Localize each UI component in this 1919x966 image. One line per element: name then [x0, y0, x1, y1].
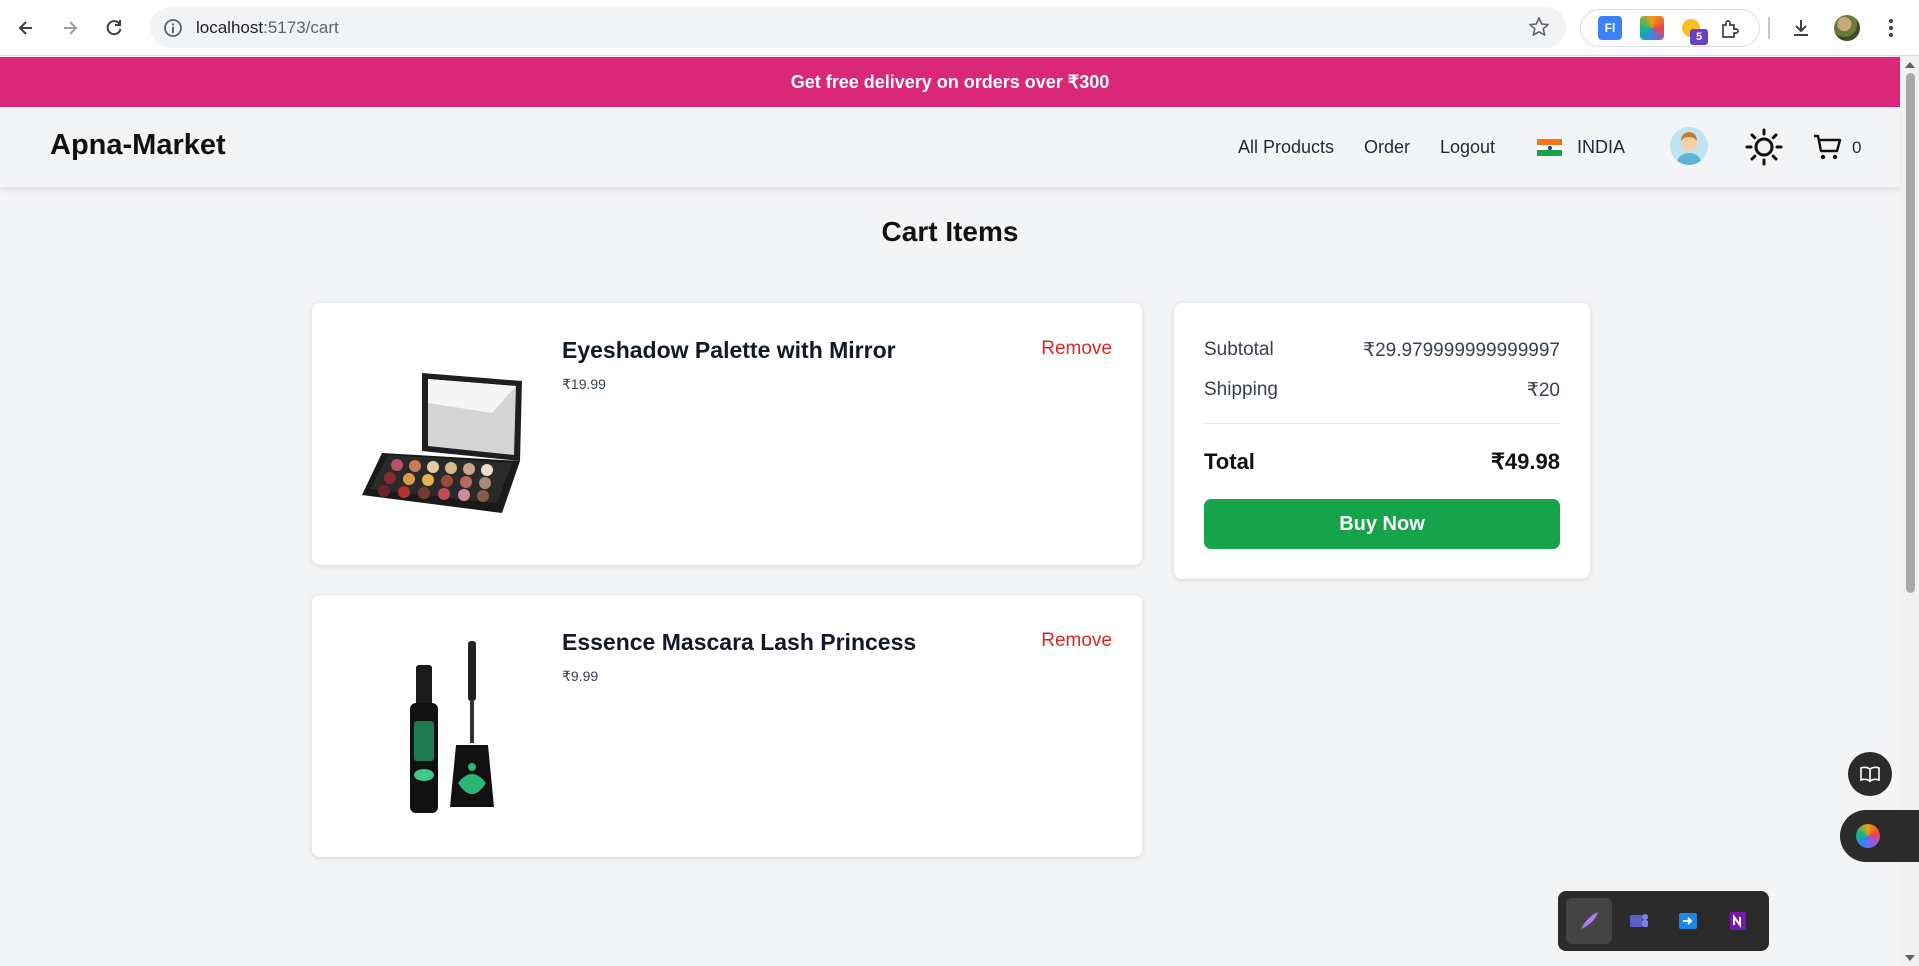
product-image-eyeshadow — [352, 343, 542, 533]
india-flag-icon — [1537, 139, 1562, 157]
shipping-value: ₹20 — [1526, 380, 1560, 401]
subtotal-label: Subtotal — [1204, 339, 1274, 360]
cart-item: Essence Mascara Lash Princess ₹9.99 Remo… — [312, 595, 1142, 857]
country-selector[interactable]: INDIA — [1577, 137, 1625, 158]
summary-divider — [1204, 423, 1560, 424]
shipping-label: Shipping — [1204, 379, 1278, 400]
app-tray — [1558, 891, 1769, 951]
order-summary: Subtotal ₹29.979999999999997 Shipping ₹2… — [1174, 303, 1590, 579]
forward-icon[interactable] — [52, 10, 88, 46]
extensions-group: Fl 5 — [1580, 9, 1760, 47]
download-icon[interactable] — [1782, 9, 1820, 47]
product-name: Eyeshadow Palette with Mirror — [562, 337, 896, 363]
total-label: Total — [1204, 449, 1255, 474]
product-image-mascara — [352, 635, 542, 825]
promo-text: Get free delivery on orders over ₹300 — [790, 71, 1110, 92]
total-row: Total ₹49.98 — [1204, 449, 1560, 475]
toolbar-separator — [1768, 17, 1770, 39]
nav-order[interactable]: Order — [1364, 137, 1410, 158]
sun-icon[interactable] — [1744, 127, 1784, 167]
cart-item: Eyeshadow Palette with Mirror ₹19.99 Rem… — [312, 303, 1142, 565]
site-header: Apna-Market All Products Order Logout IN… — [0, 107, 1900, 187]
promo-banner: Get free delivery on orders over ₹300 — [0, 57, 1900, 107]
cart-icon[interactable] — [1812, 132, 1844, 164]
user-avatar[interactable] — [1670, 127, 1708, 165]
browser-toolbar: localhost:5173/cart Fl 5 — [0, 0, 1919, 56]
back-icon[interactable] — [8, 10, 44, 46]
url-text[interactable]: localhost:5173/cart — [196, 18, 339, 38]
url-host: localhost — [196, 17, 264, 37]
shipping-row: Shipping ₹20 — [1204, 379, 1560, 402]
brand-logo[interactable]: Apna-Market — [50, 129, 226, 162]
subtotal-value: ₹29.979999999999997 — [1362, 340, 1560, 361]
total-value: ₹49.98 — [1490, 449, 1560, 474]
feather-app-icon[interactable] — [1565, 898, 1612, 944]
extensions-icon[interactable] — [1718, 16, 1742, 40]
page-title: Cart Items — [881, 216, 1019, 247]
star-icon[interactable] — [1528, 16, 1550, 43]
subtotal-row: Subtotal ₹29.979999999999997 — [1204, 339, 1560, 362]
teams-app-icon[interactable] — [1616, 898, 1662, 944]
extension-colorful-icon[interactable] — [1640, 16, 1664, 40]
assistant-logo-icon — [1856, 824, 1880, 848]
reload-icon[interactable] — [96, 10, 132, 46]
cart-count: 0 — [1852, 138, 1862, 157]
scroll-up-arrow[interactable] — [1905, 62, 1915, 68]
assistant-launcher[interactable] — [1840, 810, 1919, 862]
book-icon[interactable] — [1848, 752, 1892, 796]
scroll-thumb[interactable] — [1906, 73, 1915, 593]
remove-button[interactable]: Remove — [1041, 630, 1112, 652]
remove-button[interactable]: Remove — [1041, 338, 1112, 360]
product-price: ₹19.99 — [562, 376, 606, 392]
extension-badge-icon[interactable]: 5 — [1682, 19, 1708, 45]
profile-avatar[interactable] — [1828, 9, 1866, 47]
extension-badge-count: 5 — [1690, 29, 1708, 45]
nav-all-products[interactable]: All Products — [1238, 137, 1334, 158]
extension-fl-icon[interactable]: Fl — [1598, 16, 1622, 40]
flow-app-icon[interactable] — [1665, 898, 1711, 944]
product-price: ₹9.99 — [562, 668, 599, 684]
menu-icon[interactable] — [1872, 9, 1910, 47]
profile-picture — [1834, 15, 1860, 41]
extension-fl-label: Fl — [1604, 21, 1616, 35]
nav-logout[interactable]: Logout — [1440, 137, 1495, 158]
address-bar[interactable]: localhost:5173/cart — [150, 7, 1566, 48]
product-name: Essence Mascara Lash Princess — [562, 629, 917, 655]
buy-now-button[interactable]: Buy Now — [1204, 499, 1560, 549]
site-info-icon[interactable] — [158, 13, 188, 43]
onenote-app-icon[interactable] — [1715, 898, 1761, 944]
url-path: :5173/cart — [263, 17, 339, 37]
scroll-down-arrow[interactable] — [1905, 955, 1915, 961]
